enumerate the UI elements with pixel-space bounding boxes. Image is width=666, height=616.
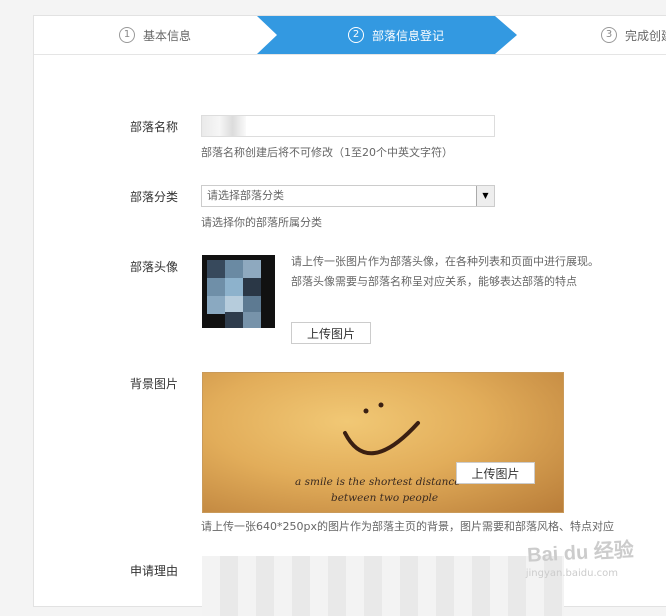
image-caption-line1: a smile is the shortest distance bbox=[295, 476, 461, 488]
background-image-preview: a smile is the shortest distance between… bbox=[202, 372, 564, 513]
tribe-category-select[interactable]: 请选择部落分类 ▼ bbox=[201, 185, 495, 207]
step-number: 1 bbox=[119, 27, 135, 43]
selected-category: 请选择部落分类 bbox=[207, 189, 284, 202]
smile-illustration: a smile is the shortest distance between… bbox=[295, 402, 461, 504]
tribe-category-hint: 请选择你的部落所属分类 bbox=[201, 216, 322, 229]
background-image-label: 背景图片 bbox=[130, 377, 179, 391]
avatar-description: 请上传一张图片作为部落头像，在各种列表和页面中进行展现。部落头像需要与部落名称呈… bbox=[291, 255, 599, 288]
step-number: 2 bbox=[348, 27, 364, 43]
avatar-preview bbox=[202, 255, 275, 328]
upload-background-button[interactable]: 上传图片 bbox=[456, 462, 535, 484]
step-label: 部落信息登记 bbox=[372, 28, 445, 43]
step-number: 3 bbox=[601, 27, 617, 43]
apply-reason-textarea[interactable] bbox=[202, 556, 564, 616]
step-progress-bar: 1 基本信息 2 部落信息登记 3 完成创建 bbox=[34, 16, 666, 55]
upload-avatar-button[interactable]: 上传图片 bbox=[291, 322, 371, 344]
dropdown-arrow-icon[interactable]: ▼ bbox=[476, 186, 494, 206]
baidu-watermark-logo: Bai du 经验 bbox=[526, 539, 635, 567]
step-basic-info: 1 基本信息 bbox=[119, 16, 191, 54]
step-tribe-registration: 2 部落信息登记 bbox=[348, 16, 444, 54]
apply-reason-label: 申请理由 bbox=[130, 564, 179, 578]
tribe-name-hint: 部落名称创建后将不可修改（1至20个中英文字符） bbox=[201, 146, 453, 159]
baidu-watermark-url: jingyan.baidu.com bbox=[525, 568, 618, 579]
tribe-name-label: 部落名称 bbox=[130, 120, 179, 134]
step-label: 基本信息 bbox=[143, 28, 192, 43]
redacted-name-area bbox=[202, 116, 246, 136]
step-finish: 3 完成创建 bbox=[601, 16, 666, 54]
form-panel: 1 基本信息 2 部落信息登记 3 完成创建 部落名称 部落名称创建后将不可修改… bbox=[33, 15, 666, 616]
step-label: 完成创建 bbox=[625, 28, 666, 43]
background-image-hint: 请上传一张640*250px的图片作为部落主页的背景，图片需要和部落风格、特点对… bbox=[201, 520, 614, 533]
tribe-avatar-label: 部落头像 bbox=[130, 260, 179, 274]
image-caption-line2: between two people bbox=[331, 492, 438, 504]
tribe-category-label: 部落分类 bbox=[130, 190, 179, 204]
